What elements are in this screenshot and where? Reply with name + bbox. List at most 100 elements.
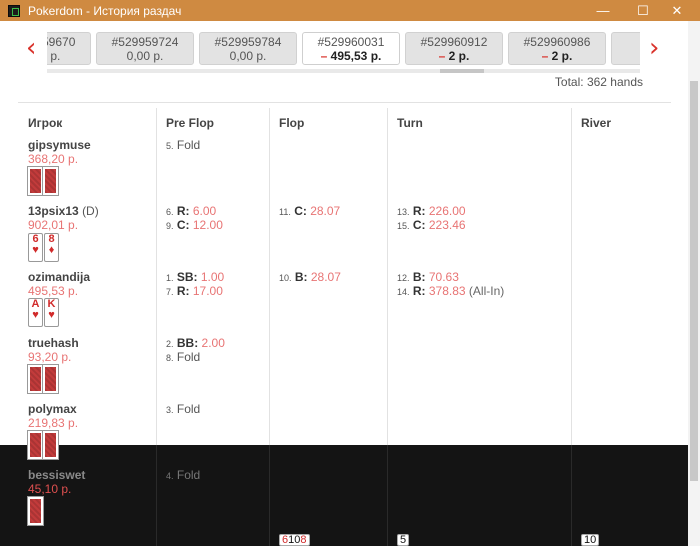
player-name-text: gipsymuse	[28, 138, 91, 152]
action-number: 8.	[166, 353, 174, 363]
dark-divider	[269, 445, 270, 546]
player-stack: 219,83 р.	[28, 416, 79, 430]
hand-strip: #5299596700,00 р.#5299597240,00 р.#52995…	[47, 32, 640, 65]
action-type: B:	[412, 270, 426, 284]
board-card: 10	[288, 534, 301, 546]
minus-icon: –	[438, 49, 449, 63]
action-number: 6.	[166, 207, 174, 217]
hand-id: #529959724	[111, 35, 179, 49]
next-hands-arrow-icon[interactable]: ›	[649, 35, 659, 61]
player-name-text: 13psix13	[28, 204, 79, 218]
action-number: 11.	[279, 207, 291, 217]
hand-amount: – 2 р.	[406, 49, 502, 63]
player-name: truehash	[28, 336, 79, 350]
heart-suit-icon: ♥	[32, 309, 39, 321]
close-button[interactable]: ✕	[654, 0, 700, 21]
action: 10. B: 28.07	[279, 270, 341, 284]
card-back-icon	[42, 430, 59, 460]
action-type: Fold	[176, 138, 201, 152]
player-stack: 368,20 р.	[28, 152, 79, 166]
dark-divider	[571, 445, 572, 546]
column-preflop: Pre Flop	[166, 116, 215, 130]
action: 9. C: 12.00	[166, 218, 223, 232]
dark-divider	[387, 445, 388, 546]
action: 5. Fold	[166, 138, 200, 152]
hand-list-scroll-thumb[interactable]	[440, 69, 484, 73]
hand-tab[interactable]: #529960031– 495,53 р.	[302, 32, 400, 65]
window-title: Pokerdom - История раздач	[28, 3, 182, 18]
vertical-scroll-thumb[interactable]	[690, 81, 698, 481]
action-number: 14.	[397, 287, 410, 297]
prev-hands-arrow-icon[interactable]: ‹	[26, 35, 36, 61]
action-type: SB:	[176, 270, 198, 284]
hand-amount-value: 0,00 р.	[126, 49, 164, 63]
action: 8. Fold	[166, 350, 200, 364]
action-number: 15.	[397, 221, 410, 231]
action-type: C:	[294, 204, 307, 218]
player-name-text: ozimandija	[28, 270, 91, 284]
action-amount: 378.83	[428, 284, 466, 298]
hand-tab[interactable]: #529960986– 2 р.	[508, 32, 606, 65]
action-amount: 28.07	[310, 204, 341, 218]
hand-amount: 0,00 р.	[47, 49, 90, 63]
hand-id: #529960986	[523, 35, 591, 49]
hand-tab[interactable]: #529959724 0,00 р.	[96, 32, 194, 65]
action: 3. Fold	[166, 402, 200, 416]
action-amount: 223.46	[428, 218, 466, 232]
hole-card: 6 ♥	[28, 233, 43, 262]
action-type: BB:	[176, 336, 199, 350]
action-number: 12.	[397, 273, 410, 283]
action-amount: 226.00	[428, 204, 466, 218]
action-number: 9.	[166, 221, 174, 231]
action-number: 5.	[166, 141, 174, 151]
hand-list-scrollbar[interactable]	[47, 69, 640, 73]
minus-icon: –	[320, 49, 331, 63]
hand-id: #529960031	[317, 35, 385, 49]
column-player: Игрок	[28, 116, 63, 130]
hand-tab[interactable]: #52	[611, 32, 640, 65]
card-back-icon	[27, 430, 44, 460]
player-name-text: polymax	[28, 402, 77, 416]
column-divider	[269, 108, 270, 445]
flop-cards: 6108	[279, 534, 310, 546]
hand-tab[interactable]: #529959784 0,00 р.	[199, 32, 297, 65]
action-type: C:	[412, 218, 426, 232]
column-river: River	[581, 116, 612, 130]
action-type: R:	[412, 204, 426, 218]
vertical-scrollbar[interactable]	[688, 21, 700, 546]
action: 4. Fold	[166, 468, 200, 482]
player-stack: 93,20 р.	[28, 350, 72, 364]
action-amount: 12.00	[192, 218, 223, 232]
action-number: 4.	[166, 471, 174, 481]
hand-id: #529959670	[47, 35, 76, 49]
action-type: R:	[176, 204, 190, 218]
action-amount: 70.63	[428, 270, 459, 284]
heart-suit-icon: ♥	[48, 309, 55, 321]
action: 14. R: 378.83 (All-In)	[397, 284, 504, 298]
column-divider	[156, 108, 157, 445]
action: 2. BB: 2.00	[166, 336, 225, 350]
column-divider	[387, 108, 388, 445]
player-stack: 45,10 р.	[28, 482, 72, 496]
player-name-text: truehash	[28, 336, 79, 350]
player-stack: 902,01 р.	[28, 218, 79, 232]
action-number: 7.	[166, 287, 174, 297]
card-back-icon	[27, 364, 44, 394]
action-amount: 28.07	[310, 270, 341, 284]
card-back-icon	[27, 496, 44, 526]
all-in-note: (All-In)	[468, 284, 505, 298]
hand-tab[interactable]: #5299596700,00 р.	[47, 32, 91, 65]
action-number: 1.	[166, 273, 174, 283]
dealer-marker: (D)	[82, 204, 99, 218]
action: 7. R: 17.00	[166, 284, 223, 298]
card-back-icon	[42, 166, 59, 196]
action-amount: 6.00	[192, 204, 217, 218]
action-number: 3.	[166, 405, 174, 415]
hand-tab[interactable]: #529960912– 2 р.	[405, 32, 503, 65]
hole-card: A ♥	[28, 298, 43, 327]
dark-divider	[156, 445, 157, 546]
hand-amount: – 2 р.	[509, 49, 605, 63]
hand-list: #5299596700,00 р.#5299597240,00 р.#52995…	[47, 32, 640, 65]
total-hands: Total: 362 hands	[554, 75, 643, 89]
hand-amount-value: 0,00 р.	[229, 49, 267, 63]
